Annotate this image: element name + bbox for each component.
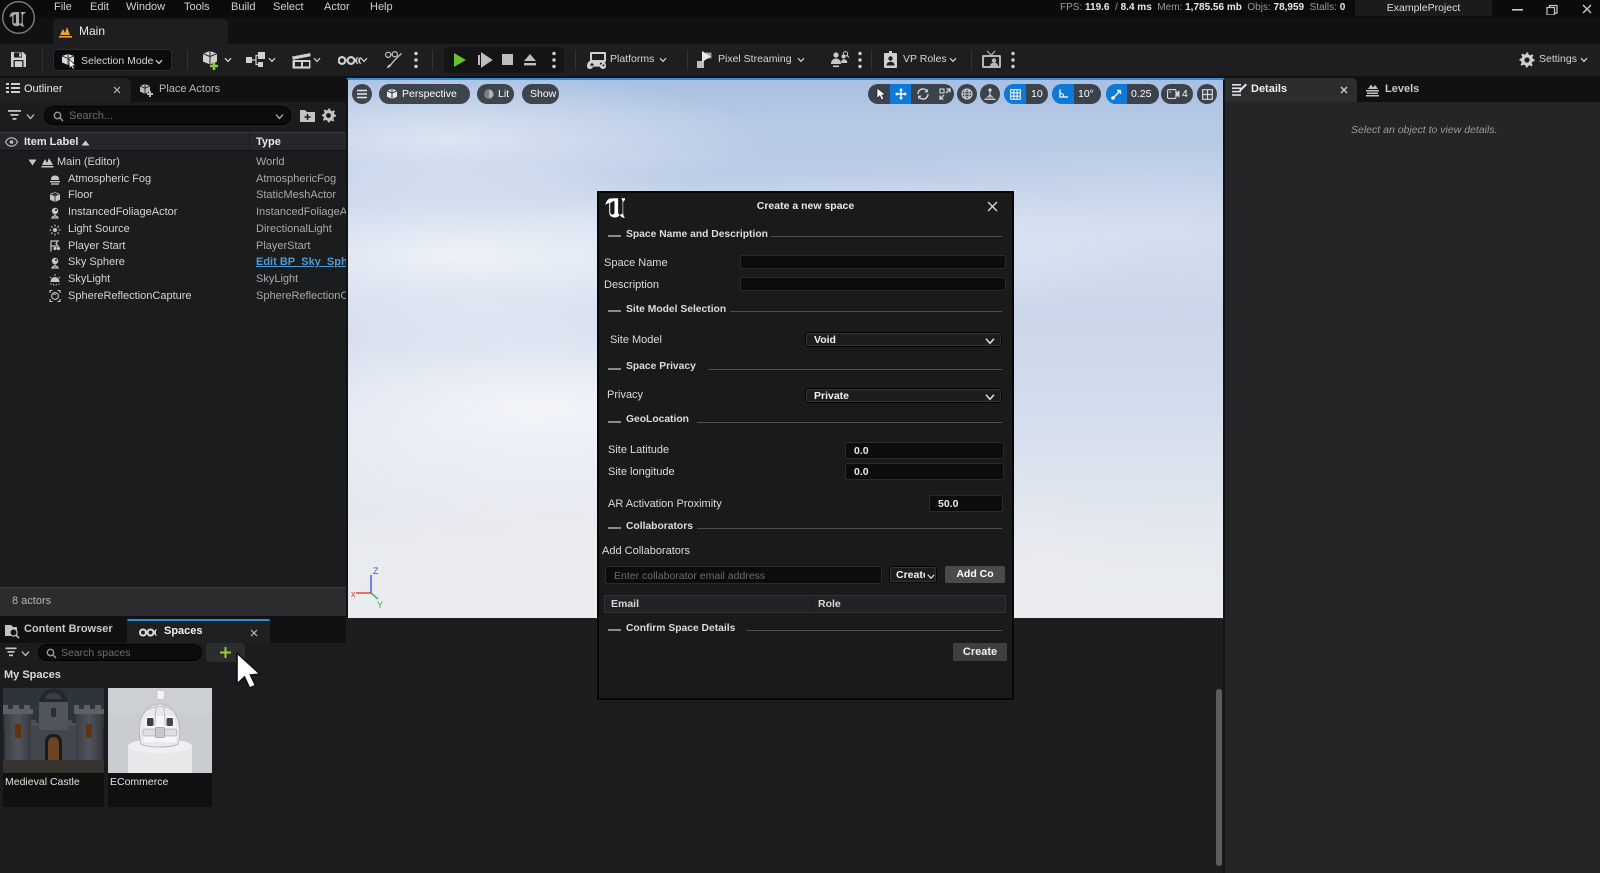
- svg-text:x: x: [351, 589, 356, 599]
- svg-text:Z: Z: [373, 566, 379, 576]
- svg-text:Y: Y: [377, 600, 383, 608]
